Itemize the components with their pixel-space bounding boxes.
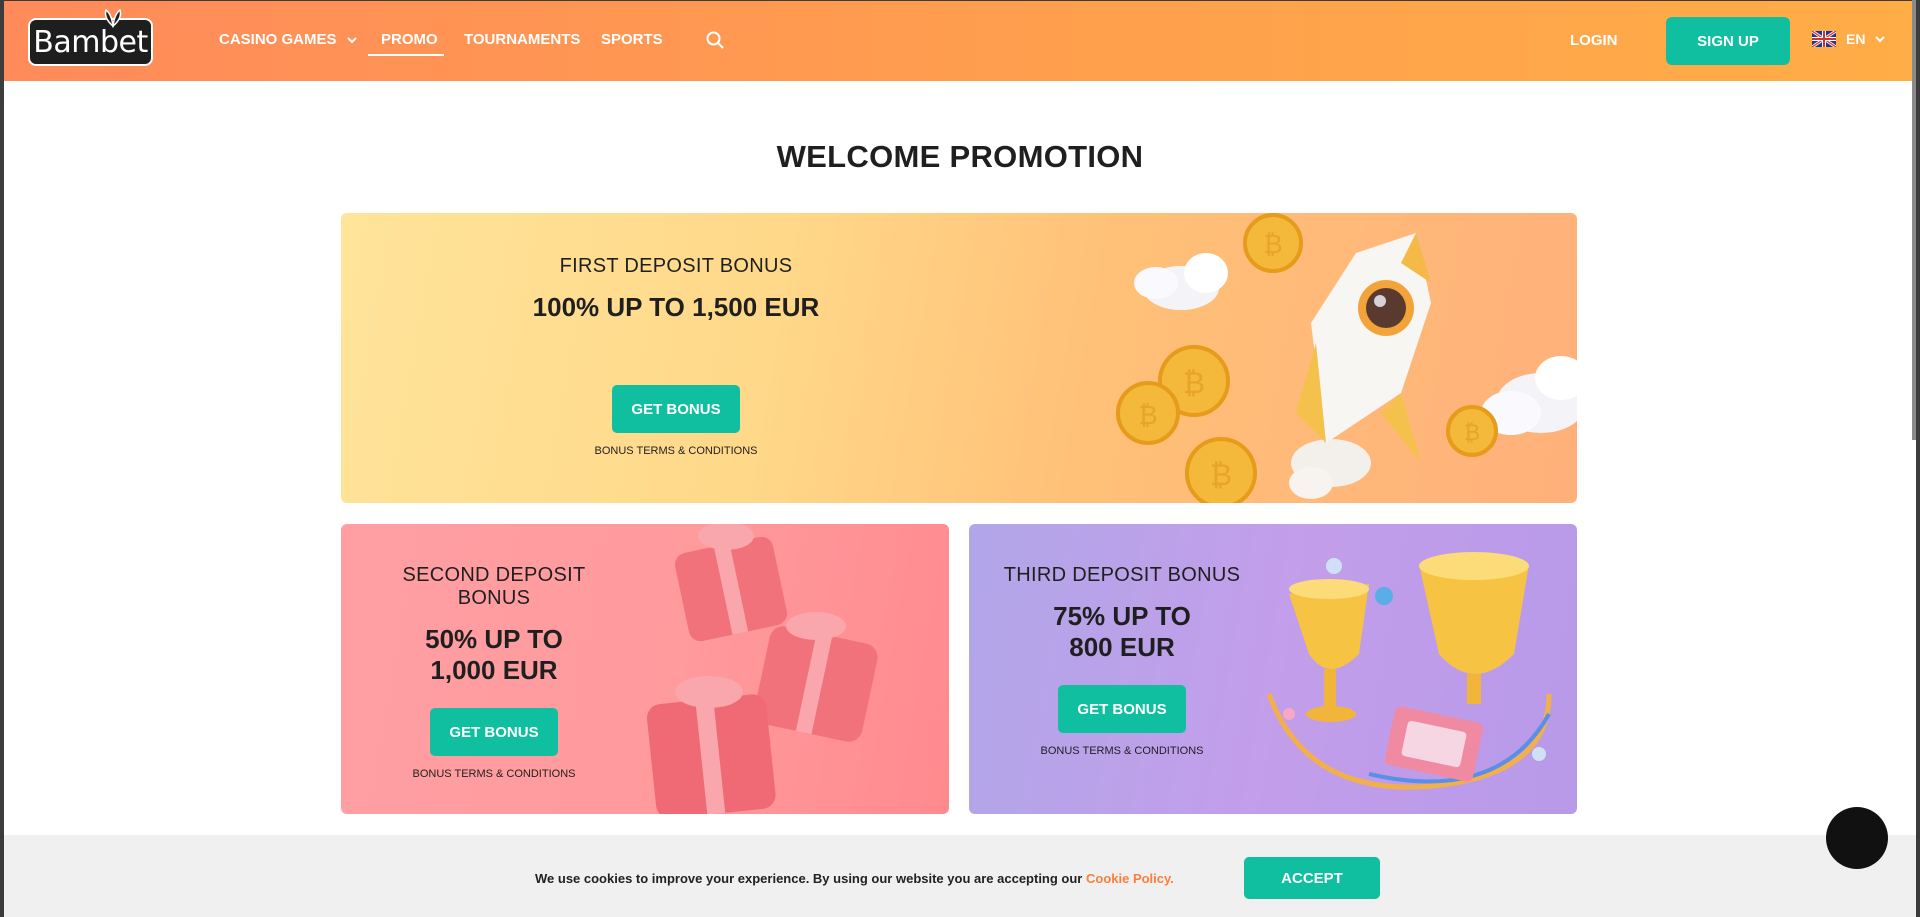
cookie-text: We use cookies to improve your experienc… — [535, 871, 1086, 886]
cloud-icon — [1134, 253, 1228, 310]
bonus-terms-link[interactable]: BONUS TERMS & CONDITIONS — [369, 768, 619, 780]
rocket-illustration: ₿ ₿ ₿ ₿ ₿ — [1116, 213, 1577, 503]
page: Bambet CASINO GAMES PROMO TOURNAMENTS SP… — [4, 1, 1916, 917]
bitcoin-coin-icon: ₿ — [1116, 381, 1180, 445]
bonus-terms-link[interactable]: BONUS TERMS & CONDITIONS — [997, 745, 1247, 757]
nav-tournaments-label: TOURNAMENTS — [464, 31, 581, 48]
logo[interactable]: Bambet — [28, 8, 153, 66]
card-label: SECOND DEPOSIT BONUS — [402, 564, 586, 609]
chat-icon[interactable] — [1826, 807, 1888, 869]
language-label: EN — [1846, 31, 1866, 47]
trophy-icon — [1289, 579, 1369, 722]
nav-sports[interactable]: SPORTS — [601, 31, 663, 48]
cookie-banner: We use cookies to improve your experienc… — [4, 835, 1916, 917]
third-deposit-content: THIRD DEPOSIT BONUS 75% UP TO 800 EUR GE… — [997, 564, 1247, 757]
nav-casino-games-label: CASINO GAMES — [219, 31, 337, 48]
nav-promo[interactable]: PROMO — [381, 31, 438, 48]
get-bonus-button[interactable]: GET BONUS — [430, 708, 558, 756]
cookie-policy-link[interactable]: Cookie Policy. — [1086, 871, 1174, 886]
nav-casino-games[interactable]: CASINO GAMES — [219, 31, 357, 48]
third-deposit-card: THIRD DEPOSIT BONUS 75% UP TO 800 EUR GE… — [969, 524, 1577, 814]
uk-flag-icon — [1812, 31, 1836, 47]
bonus-terms-link[interactable]: BONUS TERMS & CONDITIONS — [511, 445, 841, 457]
gift-box-icon — [646, 676, 776, 814]
nav-promo-label: PROMO — [381, 31, 438, 48]
login-button[interactable]: LOGIN — [1570, 32, 1618, 49]
card-amount-line1: 75% UP TO — [1053, 601, 1191, 631]
gifts-illustration — [646, 524, 878, 814]
accept-cookies-button[interactable]: ACCEPT — [1244, 857, 1380, 899]
language-selector[interactable]: EN — [1812, 31, 1886, 47]
get-bonus-button[interactable]: GET BONUS — [1058, 685, 1186, 733]
first-deposit-card: FIRST DEPOSIT BONUS 100% UP TO 1,500 EUR… — [341, 213, 1577, 503]
page-title: WELCOME PROMOTION — [776, 139, 1144, 174]
nav-sports-label: SPORTS — [601, 31, 663, 48]
card-amount-line1: 50% UP TO — [425, 624, 563, 654]
svg-text:₿: ₿ — [1210, 458, 1232, 493]
second-deposit-card: SECOND DEPOSIT BONUS 50% UP TO 1,000 EUR… — [341, 524, 949, 814]
trophies-illustration — [1266, 552, 1552, 790]
first-deposit-content: FIRST DEPOSIT BONUS 100% UP TO 1,500 EUR… — [511, 255, 841, 457]
card-amount-line2: 1,000 EUR — [430, 655, 558, 685]
cookie-message: We use cookies to improve your experienc… — [535, 871, 1174, 886]
card-amount-line2: 800 EUR — [1069, 632, 1175, 662]
nav-active-underline — [368, 54, 444, 56]
bitcoin-coin-icon: ₿ — [1185, 437, 1257, 503]
bitcoin-coin-icon: ₿ — [1243, 213, 1303, 273]
nav-tournaments[interactable]: TOURNAMENTS — [464, 31, 580, 48]
sign-up-button[interactable]: SIGN UP — [1666, 17, 1790, 65]
card-label: THIRD DEPOSIT BONUS — [1003, 564, 1241, 586]
card-amount: 100% UP TO 1,500 EUR — [532, 292, 820, 322]
bitcoin-coin-icon: ₿ — [1446, 405, 1498, 457]
svg-text:₿: ₿ — [1183, 366, 1205, 401]
get-bonus-button[interactable]: GET BONUS — [612, 385, 740, 433]
scrollbar[interactable] — [1912, 0, 1916, 440]
gift-box-icon — [754, 612, 878, 742]
chevron-down-icon — [346, 37, 357, 44]
chevron-down-icon — [1875, 36, 1886, 43]
logo-text: Bambet — [33, 24, 148, 60]
site-header: Bambet CASINO GAMES PROMO TOURNAMENTS SP… — [4, 1, 1916, 81]
rocket-icon — [1289, 233, 1431, 499]
gift-box-icon — [674, 524, 788, 642]
svg-text:₿: ₿ — [1263, 230, 1282, 260]
search-icon[interactable] — [705, 30, 725, 50]
trophy-icon — [1419, 552, 1529, 704]
svg-text:₿: ₿ — [1464, 421, 1480, 446]
logo-leaf-icon — [104, 8, 122, 28]
svg-text:₿: ₿ — [1138, 401, 1157, 431]
card-label: FIRST DEPOSIT BONUS — [559, 255, 793, 277]
second-deposit-content: SECOND DEPOSIT BONUS 50% UP TO 1,000 EUR… — [369, 564, 619, 780]
